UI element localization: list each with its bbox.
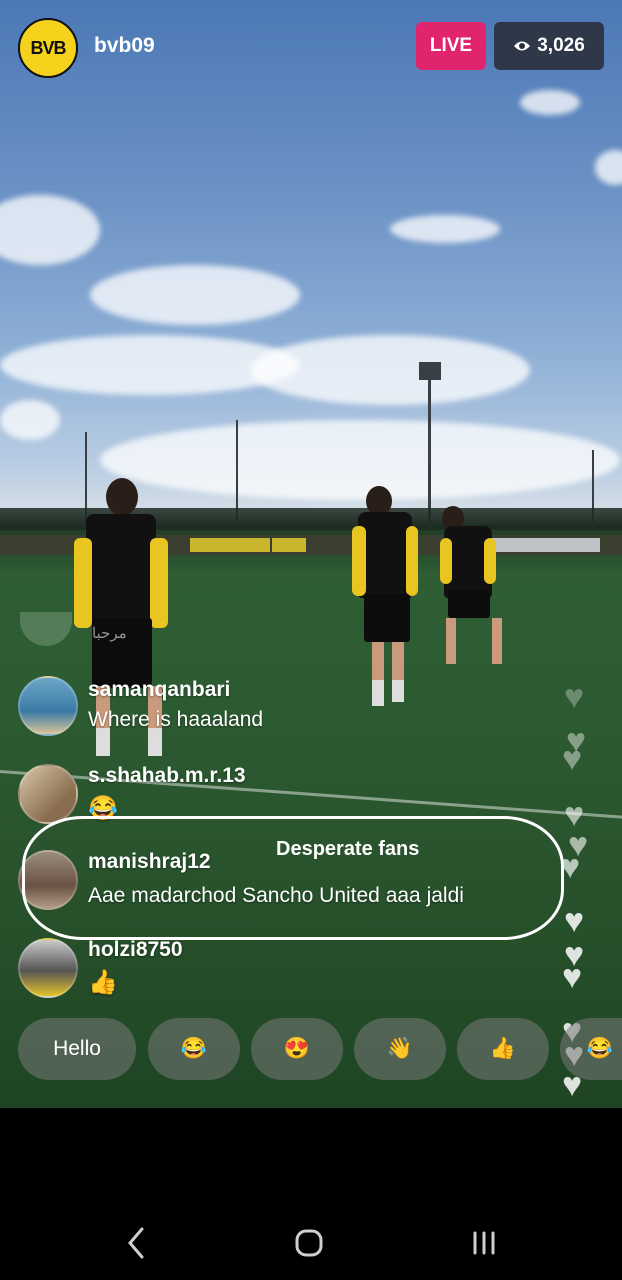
home-icon[interactable] — [294, 1226, 324, 1260]
recents-icon[interactable] — [470, 1226, 498, 1260]
cloud — [0, 195, 100, 265]
fading-comment-text: مرحبا — [92, 625, 127, 642]
heart-icon: ♥ — [562, 958, 583, 996]
heart-icon: ♥ — [560, 848, 581, 886]
floodlight-head — [419, 362, 441, 380]
quick-reply-thumbs-up[interactable]: 👍 — [457, 1018, 549, 1080]
cloud — [90, 265, 300, 325]
floodlight — [428, 370, 431, 530]
quick-reply-hello[interactable]: Hello — [18, 1018, 136, 1080]
cloud — [390, 215, 500, 243]
annotation-circle — [22, 816, 564, 940]
annotation-label: Desperate fans — [276, 838, 420, 860]
back-icon[interactable] — [126, 1226, 146, 1260]
cloud — [520, 90, 580, 115]
comment-text: Where is haaaland — [88, 708, 264, 731]
cloud — [595, 150, 622, 185]
live-badge: LIVE — [416, 22, 486, 70]
eye-icon — [514, 41, 531, 51]
avatar[interactable] — [18, 938, 78, 998]
ad-board — [490, 538, 600, 552]
comment-username[interactable]: holzi8750 — [88, 938, 183, 962]
avatar[interactable] — [18, 764, 78, 824]
quick-reply-heart-eyes[interactable]: 😍 — [251, 1018, 343, 1080]
heart-icon: ♥ — [564, 678, 585, 716]
live-video: BVB bvb09 LIVE 3,026 مرحبا samanqanbari … — [0, 0, 622, 1108]
viewer-count: 3,026 — [537, 35, 585, 56]
comment-text: 👍 — [88, 969, 118, 996]
ad-board — [190, 538, 270, 552]
cloud — [250, 335, 530, 405]
avatar[interactable] — [18, 676, 78, 736]
quick-reply-row: Hello 😂 😍 👋 👍 😂 — [18, 1018, 622, 1082]
heart-icon: ♥ — [562, 740, 583, 778]
comment-username[interactable]: s.shahab.m.r.13 — [88, 764, 246, 788]
viewer-count-badge[interactable]: 3,026 — [494, 22, 604, 70]
bvb-logo: BVB — [30, 37, 66, 58]
fading-comment-icon — [20, 612, 72, 646]
ad-board — [272, 538, 306, 552]
heart-icon: ♥ — [564, 902, 585, 940]
quick-reply-laugh-2[interactable]: 😂 — [560, 1018, 622, 1080]
cloud — [0, 400, 60, 440]
broadcaster-avatar[interactable]: BVB — [18, 18, 78, 78]
broadcaster-username[interactable]: bvb09 — [94, 34, 155, 58]
cloud — [100, 420, 620, 500]
comment-username[interactable]: samanqanbari — [88, 678, 230, 702]
quick-reply-laugh[interactable]: 😂 — [148, 1018, 240, 1080]
quick-reply-wave[interactable]: 👋 — [354, 1018, 446, 1080]
